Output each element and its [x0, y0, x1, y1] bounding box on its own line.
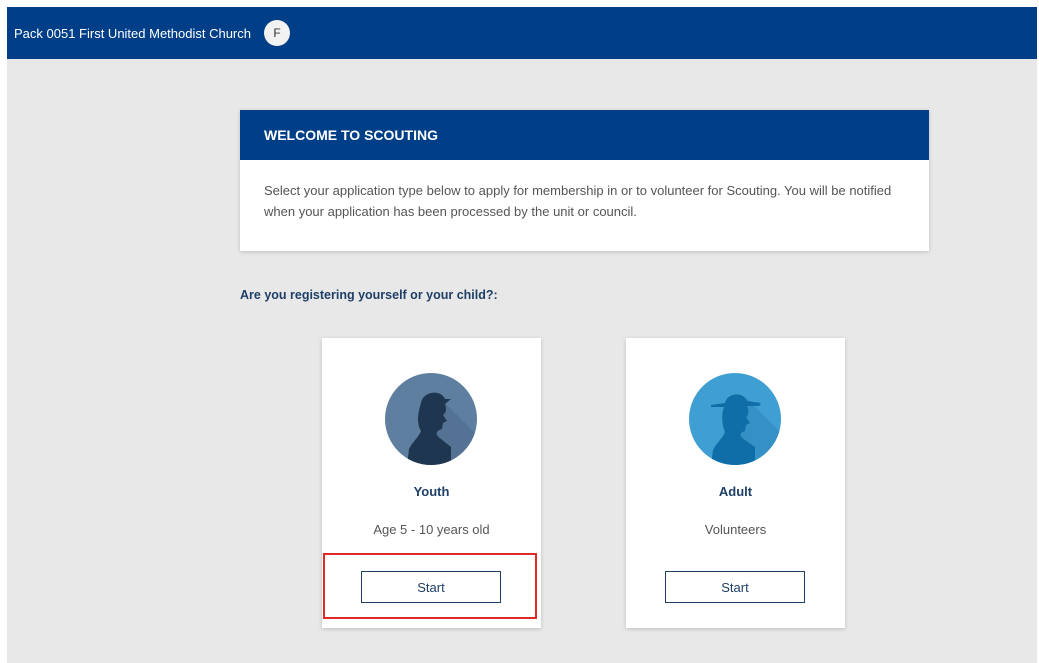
adult-scout-icon [689, 373, 781, 465]
welcome-title: WELCOME TO SCOUTING [240, 110, 929, 160]
top-navigation-bar: Pack 0051 First United Methodist Church … [7, 7, 1037, 59]
youth-start-button[interactable]: Start [361, 571, 501, 603]
youth-option-card: Youth Age 5 - 10 years old Start [322, 338, 541, 628]
page-background: Pack 0051 First United Methodist Church … [7, 7, 1037, 663]
registration-question: Are you registering yourself or your chi… [240, 288, 498, 302]
unit-name[interactable]: Pack 0051 First United Methodist Church [14, 26, 251, 41]
adult-option-card: Adult Volunteers Start [626, 338, 845, 628]
user-avatar[interactable]: F [264, 20, 290, 46]
youth-scout-icon [385, 373, 477, 465]
adult-option-subtitle: Volunteers [704, 522, 767, 537]
youth-option-title: Youth [413, 484, 450, 499]
adult-option-title: Adult [718, 484, 753, 499]
welcome-description: Select your application type below to ap… [264, 183, 892, 219]
adult-start-button[interactable]: Start [665, 571, 805, 603]
youth-option-subtitle: Age 5 - 10 years old [373, 522, 490, 537]
welcome-panel: WELCOME TO SCOUTING Select your applicat… [240, 110, 929, 251]
